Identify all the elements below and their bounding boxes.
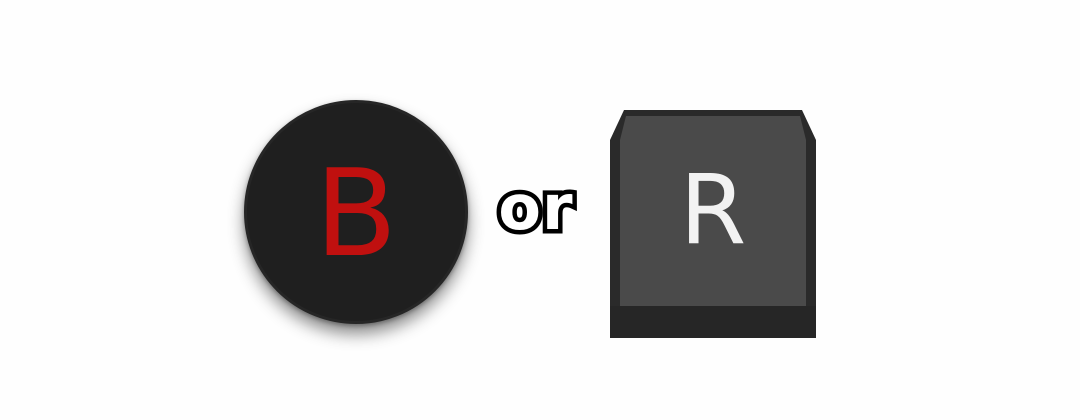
keycap-front — [610, 306, 816, 338]
keyboard-key-label: R — [679, 154, 747, 266]
controls-hint: B or R — [0, 0, 1080, 420]
or-separator: or — [494, 171, 577, 244]
keyboard-r-key-icon: R — [610, 110, 816, 338]
gamepad-b-button-icon: B — [244, 100, 468, 324]
gamepad-button-label: B — [314, 145, 398, 284]
